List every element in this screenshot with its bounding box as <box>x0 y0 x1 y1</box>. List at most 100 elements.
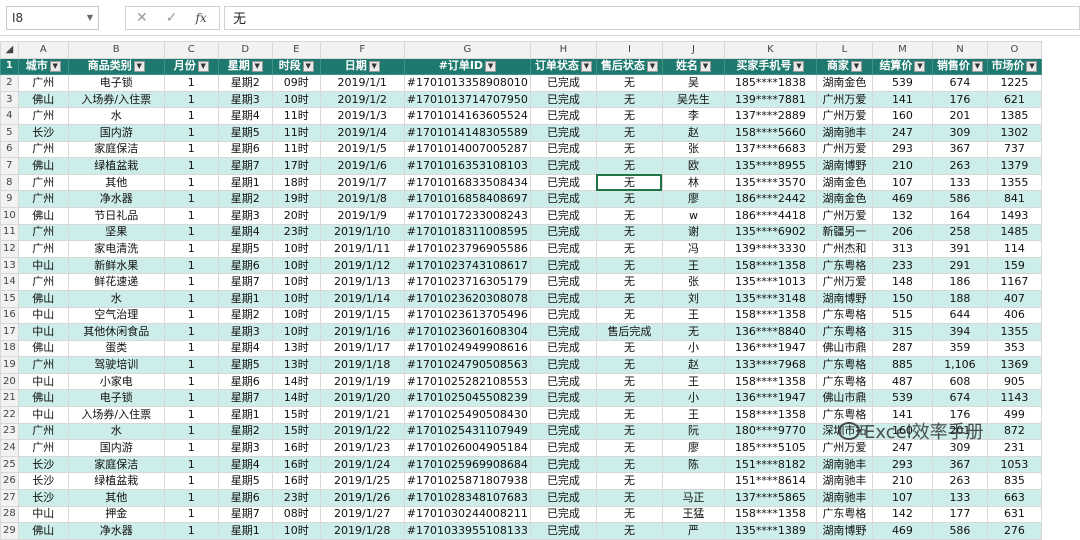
column-header[interactable]: D <box>217 41 273 59</box>
column-header[interactable]: E <box>271 41 321 59</box>
column-header[interactable]: O <box>986 41 1042 59</box>
cell[interactable]: 鲜花速递 <box>67 273 165 291</box>
cell[interactable]: #1701025969908684 <box>403 455 531 474</box>
cell[interactable]: 159 <box>986 256 1042 275</box>
cell[interactable]: 16时 <box>271 472 321 491</box>
cell[interactable]: #1701023620308078 <box>403 289 531 308</box>
cell[interactable]: 家庭保洁 <box>67 140 165 159</box>
cell[interactable]: 394 <box>931 323 988 341</box>
cell[interactable]: 已完成 <box>529 339 597 358</box>
cell[interactable]: 18时 <box>271 173 321 192</box>
cell[interactable]: 已完成 <box>529 372 597 391</box>
cell[interactable]: 谢 <box>661 223 725 242</box>
cell[interactable]: 1 <box>163 74 219 92</box>
cell[interactable]: 2019/1/24 <box>319 455 405 474</box>
cell[interactable]: 137****6683 <box>723 140 817 159</box>
cell[interactable]: 广东粤格 <box>815 356 873 374</box>
cell[interactable]: 无 <box>595 140 663 159</box>
cell[interactable]: 139****3330 <box>723 240 817 258</box>
cell[interactable]: 276 <box>986 522 1042 540</box>
cell[interactable]: 已完成 <box>529 173 597 192</box>
cell[interactable]: 11时 <box>271 123 321 142</box>
cell[interactable]: 已完成 <box>529 256 597 275</box>
header-cell[interactable]: 订单状态 ▼ <box>529 57 597 76</box>
cell[interactable]: #1701016353108103 <box>403 157 531 175</box>
cell[interactable]: 广州万爱 <box>815 206 873 225</box>
cell[interactable]: 赵 <box>661 356 725 374</box>
cell[interactable]: 1 <box>163 107 219 125</box>
cell[interactable]: 小 <box>661 339 725 358</box>
cell[interactable]: 长沙 <box>17 123 69 142</box>
row-number[interactable]: 25 <box>0 455 19 474</box>
cell[interactable]: 廖 <box>661 190 725 208</box>
cell[interactable]: 无 <box>595 173 663 192</box>
cell[interactable]: 515 <box>871 306 933 325</box>
cell[interactable]: 广州 <box>17 240 69 258</box>
cell[interactable]: 231 <box>986 439 1042 457</box>
cell[interactable]: 539 <box>871 389 933 408</box>
cell[interactable]: 李 <box>661 107 725 125</box>
filter-dropdown-icon[interactable]: ▼ <box>793 60 805 72</box>
cell[interactable]: 139****7881 <box>723 90 817 109</box>
cell[interactable]: 星期5 <box>217 472 273 491</box>
cell[interactable]: 185****1838 <box>723 74 817 92</box>
cell[interactable]: 广州 <box>17 223 69 242</box>
header-cell[interactable]: 商品类别 ▼ <box>67 57 165 76</box>
cell[interactable]: 广州万爱 <box>815 90 873 109</box>
cell[interactable]: 10时 <box>271 289 321 308</box>
cell[interactable]: 2019/1/20 <box>319 389 405 408</box>
cell[interactable]: 2019/1/11 <box>319 240 405 258</box>
cell[interactable]: #1701017233008243 <box>403 206 531 225</box>
cell[interactable]: 广州 <box>17 273 69 291</box>
row-number[interactable]: 3 <box>0 90 19 109</box>
cell[interactable]: 2019/1/22 <box>319 422 405 441</box>
cell[interactable]: 已完成 <box>529 240 597 258</box>
cell[interactable]: 广州 <box>17 422 69 441</box>
cell[interactable]: 1 <box>163 389 219 408</box>
cell[interactable]: 星期3 <box>217 206 273 225</box>
cell[interactable]: 185****5105 <box>723 439 817 457</box>
cell[interactable]: 1485 <box>986 223 1042 242</box>
header-cell[interactable]: 月份 ▼ <box>163 57 219 76</box>
cell[interactable]: 114 <box>986 240 1042 258</box>
cell[interactable]: 张 <box>661 140 725 159</box>
cell[interactable]: 家电清洗 <box>67 240 165 258</box>
cell[interactable]: 节日礼品 <box>67 206 165 225</box>
cell[interactable]: 星期3 <box>217 323 273 341</box>
cell[interactable]: 158****1358 <box>723 256 817 275</box>
cell[interactable]: #1701016858408697 <box>403 190 531 208</box>
cell[interactable]: 1 <box>163 190 219 208</box>
cell[interactable]: 1 <box>163 522 219 540</box>
cell[interactable]: 驾驶培训 <box>67 356 165 374</box>
cell[interactable]: 11时 <box>271 140 321 159</box>
cell[interactable]: 164 <box>931 206 988 225</box>
cell[interactable]: 已完成 <box>529 439 597 457</box>
cell[interactable]: 1 <box>163 472 219 491</box>
cell[interactable]: 已完成 <box>529 107 597 125</box>
column-header[interactable]: J <box>661 41 725 59</box>
cell[interactable]: 已完成 <box>529 472 597 491</box>
cell[interactable]: 1225 <box>986 74 1042 92</box>
cell[interactable]: 佛山 <box>17 522 69 540</box>
header-cell[interactable]: 商家 ▼ <box>815 57 873 76</box>
cell[interactable]: 无 <box>595 273 663 291</box>
cell[interactable]: 1 <box>163 206 219 225</box>
cell[interactable]: 176 <box>931 90 988 109</box>
column-header[interactable]: A <box>17 41 69 59</box>
cell[interactable]: 16时 <box>271 439 321 457</box>
cell[interactable]: 263 <box>931 472 988 491</box>
cell[interactable]: 无 <box>595 157 663 175</box>
row-number[interactable]: 15 <box>0 289 19 308</box>
cell[interactable]: 586 <box>931 522 988 540</box>
cell[interactable]: 2019/1/9 <box>319 206 405 225</box>
cell[interactable]: 135****6902 <box>723 223 817 242</box>
cell[interactable]: 已完成 <box>529 206 597 225</box>
cell[interactable]: 无 <box>595 505 663 524</box>
cell[interactable]: 1379 <box>986 157 1042 175</box>
cell[interactable]: 佛山市鼎 <box>815 389 873 408</box>
cell[interactable]: 广东粤格 <box>815 306 873 325</box>
filter-dropdown-icon[interactable]: ▼ <box>580 60 592 72</box>
cell[interactable]: 872 <box>986 422 1042 441</box>
cell[interactable]: 小家电 <box>67 372 165 391</box>
row-number[interactable]: 26 <box>0 472 19 491</box>
